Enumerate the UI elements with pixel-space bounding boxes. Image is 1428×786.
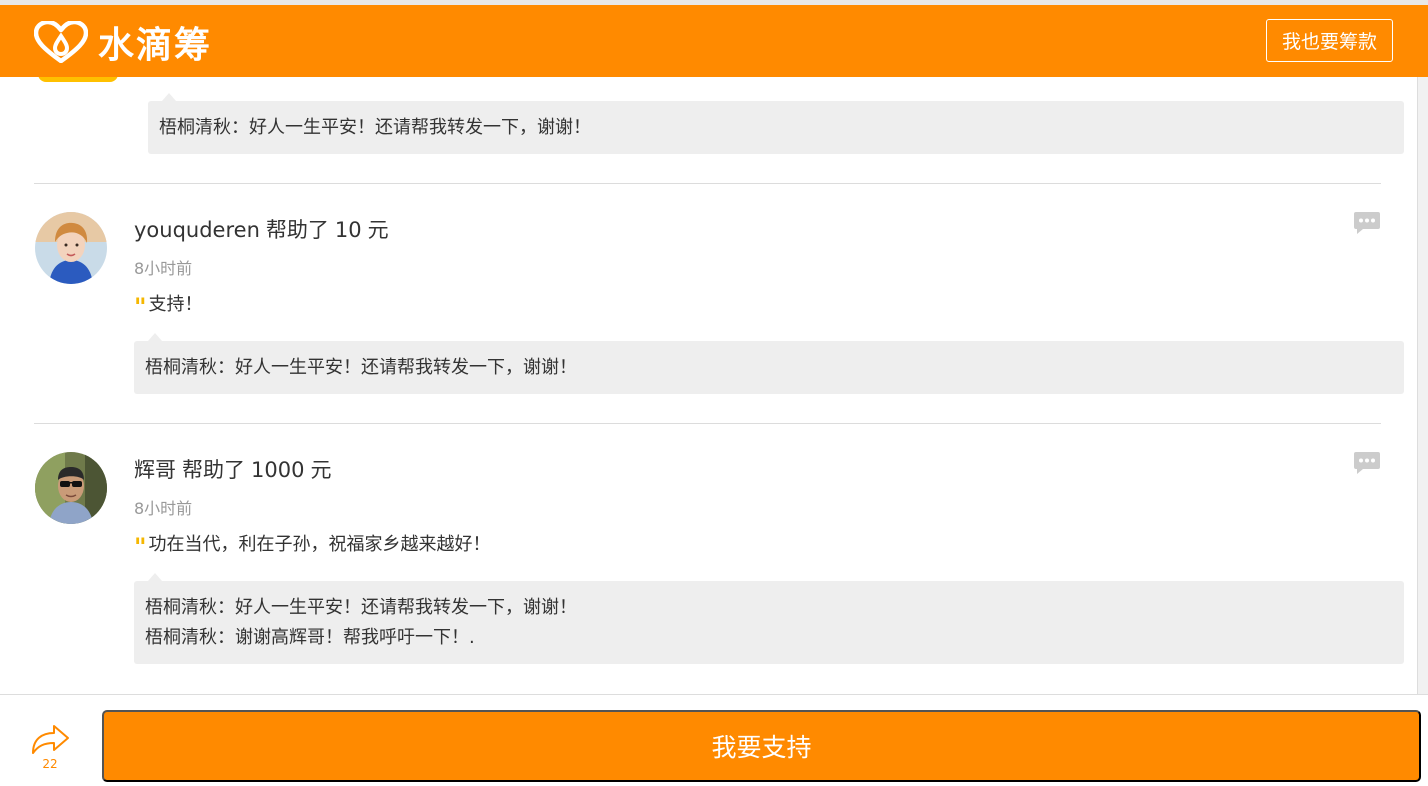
divider	[34, 423, 1381, 424]
donor-name[interactable]: youquderen	[134, 218, 260, 242]
donor-message: " 功在当代，利在子孙，祝福家乡越来越好！	[134, 530, 491, 561]
previous-entry-badge	[38, 77, 118, 82]
donor-message-text: 功在当代，利在子孙，祝福家乡越来越好！	[148, 534, 491, 555]
logo-text: 水滴筹	[98, 25, 213, 66]
donation-action: 帮助了	[182, 458, 245, 482]
donation-amount: 10	[334, 218, 362, 242]
donor-line: 辉哥 帮助了 1000 元	[134, 454, 337, 484]
share-arrow-icon	[32, 725, 69, 754]
donor-name[interactable]: 辉哥	[134, 458, 176, 482]
quote-mark-icon: "	[134, 293, 147, 321]
reply-box: 梧桐清秋：好人一生平安！还请帮我转发一下，谢谢！	[148, 93, 1404, 154]
avatar[interactable]	[35, 452, 107, 524]
reply-box: 梧桐清秋：好人一生平安！还请帮我转发一下，谢谢！	[134, 333, 1404, 394]
donation-time: 8小时前	[134, 259, 193, 278]
reply-author: 梧桐清秋	[145, 627, 217, 648]
app-header: 水滴筹 我也要筹款	[0, 5, 1428, 77]
reply-text: ：好人一生平安！还请帮我转发一下，谢谢！	[217, 597, 577, 618]
quote-mark-icon: "	[134, 533, 147, 561]
donor-message: " 支持！	[134, 290, 203, 321]
logo[interactable]: 水滴筹	[34, 20, 212, 66]
donation-feed[interactable]: 梧桐清秋：好人一生平安！还请帮我转发一下，谢谢！ youquderen 帮助了 10…	[0, 77, 1418, 694]
bottom-action-bar: 22 我要支持	[0, 694, 1428, 786]
reply-text: ：谢谢高辉哥！帮我呼吁一下！.	[217, 627, 475, 648]
reply-line: 梧桐清秋：谢谢高辉哥！帮我呼吁一下！.	[145, 623, 1393, 653]
donation-unit: 元	[367, 218, 389, 242]
reply-author: 梧桐清秋	[145, 597, 217, 618]
reply-text: ：好人一生平安！还请帮我转发一下，谢谢！	[217, 357, 577, 378]
donation-time: 8小时前	[134, 499, 193, 518]
avatar[interactable]	[35, 212, 107, 284]
donor-message-text: 支持！	[148, 294, 203, 315]
reply-author: 梧桐清秋	[159, 117, 231, 138]
reply-author: 梧桐清秋	[145, 357, 217, 378]
donation-amount: 1000	[251, 458, 305, 482]
reply-box: 梧桐清秋：好人一生平安！还请帮我转发一下，谢谢！ 梧桐清秋：谢谢高辉哥！帮我呼吁…	[134, 573, 1404, 664]
avatar-image	[35, 452, 107, 524]
share-count: 22	[42, 757, 58, 771]
share-button[interactable]: 22	[28, 723, 72, 771]
donor-line: youquderen 帮助了 10 元	[134, 214, 395, 244]
heart-drop-logo-icon	[34, 21, 88, 63]
start-fundraising-button[interactable]: 我也要筹款	[1266, 19, 1393, 62]
support-button[interactable]: 我要支持	[102, 710, 1421, 782]
reply-text: ：好人一生平安！还请帮我转发一下，谢谢！	[231, 117, 591, 138]
speech-bubble-icon[interactable]	[1353, 211, 1381, 235]
reply-line: 梧桐清秋：好人一生平安！还请帮我转发一下，谢谢！	[145, 593, 1393, 623]
reply-line: 梧桐清秋：好人一生平安！还请帮我转发一下，谢谢！	[159, 113, 1393, 143]
donation-unit: 元	[310, 458, 332, 482]
reply-line: 梧桐清秋：好人一生平安！还请帮我转发一下，谢谢！	[145, 353, 1393, 383]
donation-action: 帮助了	[265, 218, 329, 242]
divider	[34, 183, 1381, 184]
speech-bubble-icon[interactable]	[1353, 451, 1381, 475]
scrollbar[interactable]	[1417, 77, 1428, 694]
avatar-image	[35, 212, 107, 284]
